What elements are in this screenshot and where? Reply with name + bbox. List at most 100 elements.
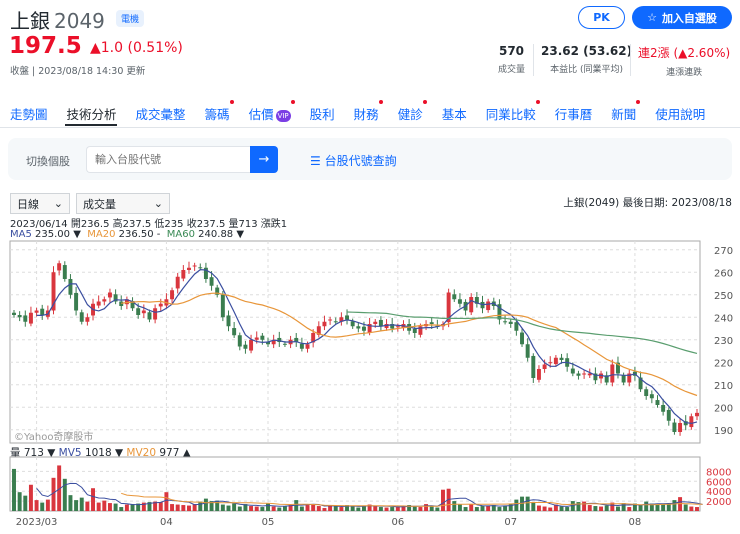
month-label: 06 [391, 517, 404, 528]
volume-bar [85, 501, 90, 511]
volume-bar [531, 502, 536, 511]
candle-body [153, 308, 158, 320]
volume-bar [124, 504, 129, 511]
candle-body [232, 328, 237, 336]
stock-chart[interactable]: 190200210220230240250260270 ©Yahoo奇摩股市 量… [0, 0, 740, 534]
volume-bar [356, 507, 361, 511]
price-tick-label: 200 [714, 403, 733, 414]
volume-bar [497, 507, 502, 511]
candle-body [198, 267, 203, 269]
candle-body [220, 294, 225, 318]
volume-bar [474, 507, 479, 511]
volume-bar [469, 504, 474, 511]
volume-bar [384, 507, 389, 511]
candle-body [548, 362, 553, 364]
candle-body [209, 277, 214, 286]
candle-body [181, 270, 186, 279]
volume-bar [593, 506, 598, 511]
candle-body [23, 315, 28, 322]
mv5-line [36, 482, 703, 508]
volume-bar [232, 503, 237, 511]
candle-body [328, 319, 333, 321]
volume-bar [429, 506, 434, 511]
candle-body [187, 267, 191, 270]
volume-bar [520, 496, 524, 511]
candle-body [678, 423, 683, 432]
volume-bar [260, 507, 265, 511]
candle-body [96, 301, 101, 306]
month-label: 2023/03 [16, 517, 58, 528]
volume-bar [226, 505, 231, 511]
candle-body [226, 315, 231, 327]
candle-body [356, 326, 361, 329]
month-label: 08 [629, 517, 642, 528]
volume-tick-label: 2000 [706, 497, 731, 508]
candle-body [395, 326, 400, 328]
candle-body [373, 321, 378, 324]
volume-bar [599, 506, 604, 511]
volume-bar [548, 507, 553, 511]
price-tick-label: 250 [714, 291, 733, 302]
price-tick-label: 240 [714, 313, 733, 324]
candle-body [661, 405, 666, 412]
volume-bar [96, 502, 101, 511]
volume-bar [113, 503, 118, 511]
volume-bar [158, 502, 163, 511]
candle-body [610, 364, 615, 383]
price-chart-frame [9, 240, 701, 444]
candle-body [576, 373, 581, 376]
volume-bar [418, 507, 423, 511]
volume-bar [305, 505, 310, 511]
candle-body [469, 297, 474, 313]
volume-bar [198, 501, 203, 511]
candle-body [107, 292, 112, 298]
candle-body [68, 279, 73, 295]
candle-body [170, 290, 175, 300]
candle-body [282, 343, 287, 345]
candle-body [243, 344, 248, 349]
month-label: 04 [160, 517, 173, 528]
price-tick-label: 210 [714, 381, 733, 392]
candle-body [237, 335, 242, 347]
volume-bar [170, 504, 175, 511]
candle-body [553, 357, 558, 365]
volume-bar [102, 500, 107, 511]
volume-bar [271, 506, 276, 511]
candle-body [17, 315, 22, 318]
volume-bar [582, 501, 587, 511]
volume-bar [311, 504, 316, 511]
volume-bar [62, 478, 67, 511]
candle-body [429, 322, 434, 324]
volume-bar [565, 507, 570, 511]
volume-bar [254, 506, 259, 511]
volume-bar [79, 497, 84, 511]
candle-body [582, 373, 587, 375]
volume-bar [220, 504, 225, 511]
candle-body [249, 339, 254, 351]
volume-bar [627, 507, 632, 511]
volume-bar [683, 504, 688, 511]
volume-bar [45, 499, 50, 511]
volume-bar [542, 506, 547, 511]
volume-bar [328, 505, 333, 511]
volume-bar [395, 507, 400, 511]
volume-bar [457, 504, 462, 511]
candle-body [452, 294, 457, 300]
candle-body [514, 322, 519, 331]
candle-body [666, 409, 671, 421]
volume-bar [412, 506, 417, 511]
volume-bar [23, 495, 28, 511]
candle-body [559, 357, 564, 360]
volume-bar [672, 500, 677, 511]
volume-bar [316, 506, 321, 511]
volume-bar [435, 507, 440, 511]
candle-body [621, 375, 626, 383]
watermark: ©Yahoo奇摩股市 [14, 430, 93, 443]
candle-body [542, 364, 547, 369]
volume-bar [12, 468, 16, 511]
candle-body [12, 312, 16, 315]
volume-bar [299, 506, 304, 511]
price-tick-label: 270 [714, 246, 733, 257]
volume-bar [689, 506, 694, 511]
volume-bar [514, 499, 519, 511]
